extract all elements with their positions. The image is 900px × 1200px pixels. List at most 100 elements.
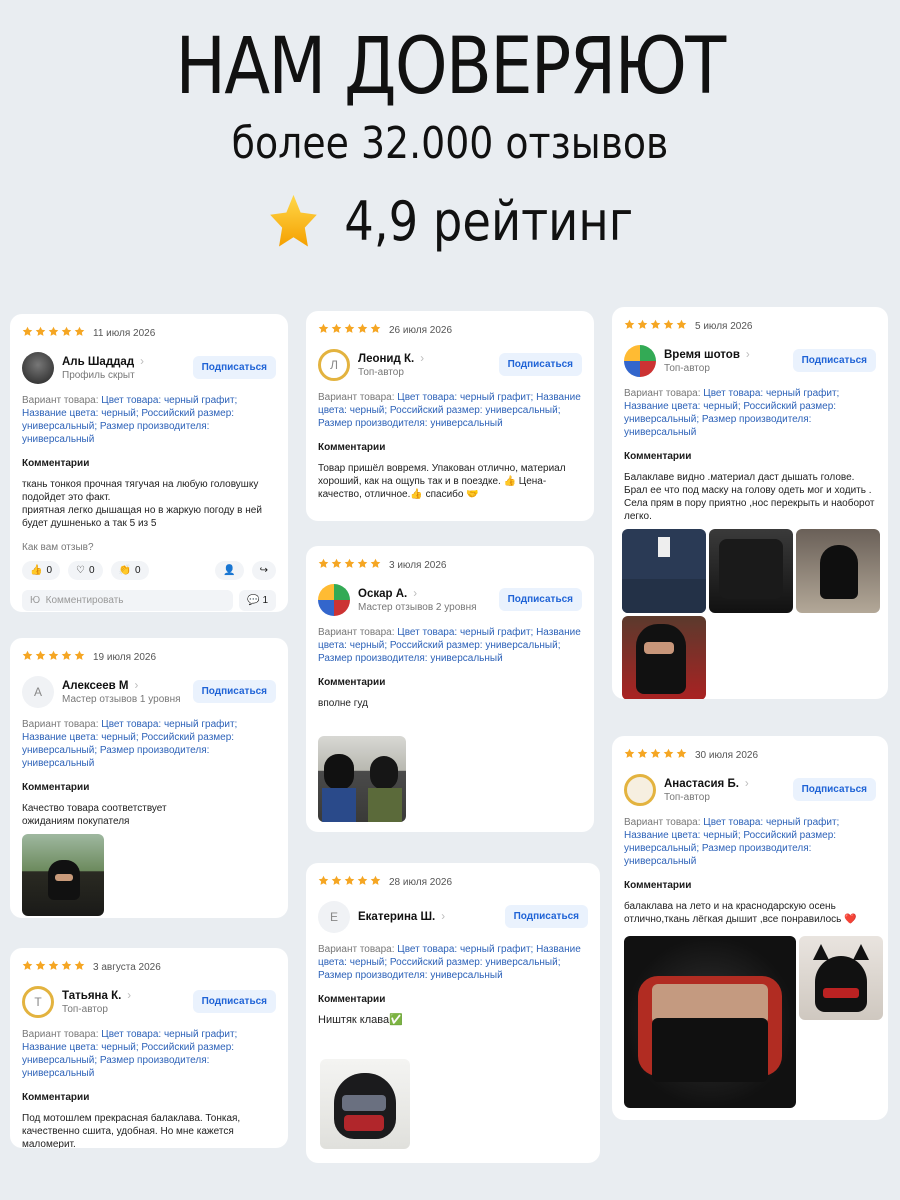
author-name[interactable]: Время шотов [664,349,740,361]
star-icon [35,326,46,340]
avatar[interactable] [22,352,54,384]
review-photo[interactable] [796,529,880,613]
review-photo[interactable] [318,736,406,822]
share-icon[interactable]: ↪ [251,561,276,580]
rating-stars [22,960,85,974]
star-icon [357,558,368,572]
thumbs-up-icon: 👍 [30,565,43,576]
review-photo[interactable] [22,834,104,916]
author-name[interactable]: Оскар А. [358,588,407,600]
author-name[interactable]: Екатерина Ш. [358,911,435,923]
review-card: 3 августа 2026 Т Татьяна К. › Топ-автор П… [10,948,288,1148]
review-date: 28 июля 2026 [389,876,453,888]
subscribe-button[interactable]: Подписаться [504,905,588,928]
author-status: Топ-автор [358,366,404,378]
review-card: 3 июля 2026 Оскар А. › Мастер отзывов 2 у… [306,546,594,832]
review-card: 5 июля 2026 Время шотов › Топ-автор Подпи… [612,307,888,699]
subscribe-button[interactable]: Подписаться [792,778,876,801]
star-icon [35,960,46,974]
comments-title: Комментарии [624,451,692,462]
comments-title: Комментарии [624,880,692,891]
review-card: 19 июля 2026 А Алексеев М › Мастер отзыво… [10,638,288,918]
clap-button[interactable]: 👏 0 [110,561,149,580]
review-text: Качество товара соответствует ожиданиям … [22,803,167,827]
star-icon [61,960,72,974]
star-icon [35,650,46,664]
like-button[interactable]: 👍 0 [22,561,61,580]
heart-button[interactable]: ♡ 0 [68,561,103,580]
review-card: 28 июля 2026 Е Екатерина Ш. › Подписаться… [306,863,600,1163]
author-status: Мастер отзывов 1 уровня [62,693,181,705]
review-date: 3 июля 2026 [389,559,447,571]
subscribe-button[interactable]: Подписаться [192,990,276,1013]
comment-count: 1 [262,595,268,606]
review-date: 19 июля 2026 [93,651,157,663]
product-variant: Вариант товара: Цвет товара: черный граф… [318,943,588,982]
comments-title: Комментарии [22,782,90,793]
star-icon [357,875,368,889]
chevron-right-icon: › [413,587,418,600]
comments-title: Комментарии [318,442,386,453]
star-icon [318,558,329,572]
star-icon [624,319,635,333]
subscribe-button[interactable]: Подписаться [792,349,876,372]
review-photo[interactable] [622,529,706,613]
subscribe-button[interactable]: Подписаться [498,588,582,611]
how-review-label: Как вам отзыв? [22,542,94,553]
review-text: Ништяк клава✅ [318,1014,403,1026]
author-name[interactable]: Алексеев М [62,680,129,692]
product-variant: Вариант товара: Цвет товара: черный граф… [22,1028,276,1080]
avatar[interactable]: Е [318,901,350,933]
product-variant: Вариант товара: Цвет товара: черный граф… [22,394,276,446]
author-status: Мастер отзывов 2 уровня [358,601,477,613]
review-text: Под мотошлем прекрасная балаклава. Тонка… [22,1113,241,1148]
chevron-right-icon: › [744,777,749,790]
comments-count-button[interactable]: 💬 1 [239,590,276,611]
avatar[interactable] [624,774,656,806]
hero-rating-text: 4,9 рейтинг [344,190,634,253]
review-photo[interactable] [624,936,796,1108]
rating-stars [318,558,381,572]
subscribe-button[interactable]: Подписаться [192,680,276,703]
star-icon [331,558,342,572]
avatar[interactable]: А [22,676,54,708]
product-variant: Вариант товара: Цвет товара: черный граф… [318,391,582,430]
star-icon [344,558,355,572]
review-photo[interactable] [709,529,793,613]
avatar[interactable] [624,345,656,377]
comments-title: Комментарии [22,458,90,469]
star-icon [270,194,317,247]
review-photo[interactable] [799,936,883,1020]
review-date: 11 июля 2026 [93,327,156,339]
author-name[interactable]: Татьяна К. [62,990,121,1002]
author-name[interactable]: Леонид К. [358,353,414,365]
avatar[interactable]: Л [318,349,350,381]
chevron-right-icon: › [134,679,139,692]
author-name[interactable]: Анастасия Б. [664,778,739,790]
product-variant: Вариант товара: Цвет товара: черный граф… [624,816,876,868]
comment-input[interactable]: Ю Комментировать [22,590,234,611]
star-icon [357,323,368,337]
review-card: 26 июля 2026 Л Леонид К. › Топ-автор Подп… [306,311,594,521]
review-photo[interactable] [622,616,706,699]
product-variant: Вариант товара: Цвет товара: черный граф… [22,718,276,770]
avatar[interactable]: Т [22,986,54,1018]
star-icon [637,748,648,762]
subscribe-button[interactable]: Подписаться [192,356,276,379]
avatar[interactable] [318,584,350,616]
star-icon [624,748,635,762]
anonymous-icon[interactable]: 👤 [215,561,244,580]
comments-title: Комментарии [22,1092,90,1103]
rating-stars [318,875,381,889]
star-icon [344,323,355,337]
star-icon [676,748,687,762]
comments-title: Комментарии [318,677,386,688]
author-name[interactable]: Аль Шаддад [62,356,134,368]
review-photo[interactable] [320,1059,410,1149]
subscribe-button[interactable]: Подписаться [498,353,582,376]
star-icon [22,326,33,340]
star-icon [663,748,674,762]
hero-banner: НАМ ДОВЕРЯЮТ более 32.000 отзывов 4,9 ре… [0,0,900,290]
like-count: 0 [46,565,53,576]
variant-prefix: Вариант товара: [22,395,99,406]
